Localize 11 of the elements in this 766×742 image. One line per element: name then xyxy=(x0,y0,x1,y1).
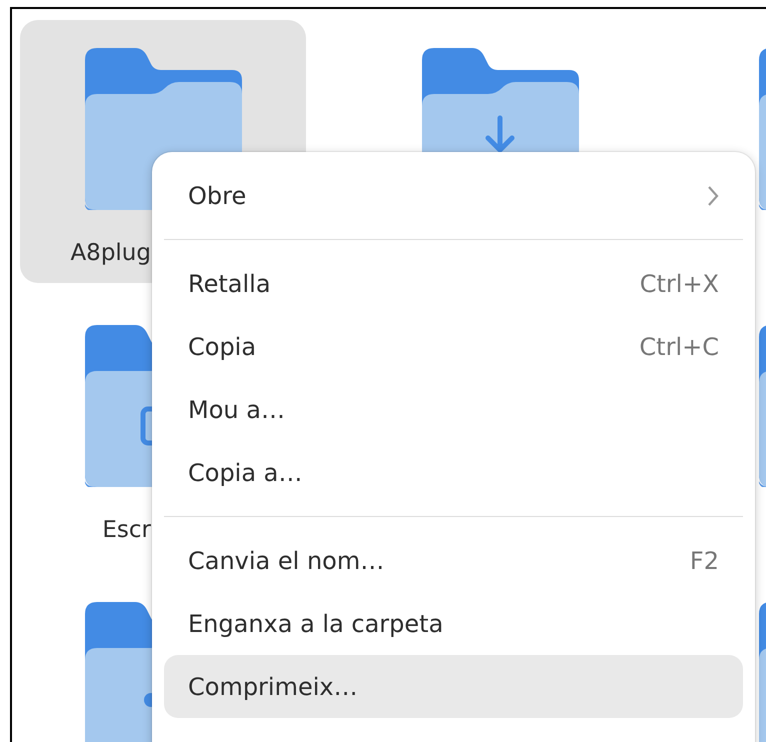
menu-item[interactable]: Retalla Ctrl+X xyxy=(164,252,743,315)
menu-item[interactable]: Comprimeix… xyxy=(164,655,743,718)
menu-item[interactable]: Canvia el nom… F2 xyxy=(164,529,743,592)
folder-name: Escr xyxy=(102,517,151,543)
chevron-right-icon xyxy=(707,184,719,206)
menu-item[interactable]: Copia a… xyxy=(164,441,743,504)
menu-item[interactable]: Obre xyxy=(164,164,743,227)
menu-item[interactable]: Mou a… xyxy=(164,378,743,441)
folder-name: A8plug xyxy=(70,240,151,266)
menu-item[interactable]: Copia Ctrl+C xyxy=(164,315,743,378)
menu-item[interactable]: Enganxa a la carpeta xyxy=(164,592,743,655)
